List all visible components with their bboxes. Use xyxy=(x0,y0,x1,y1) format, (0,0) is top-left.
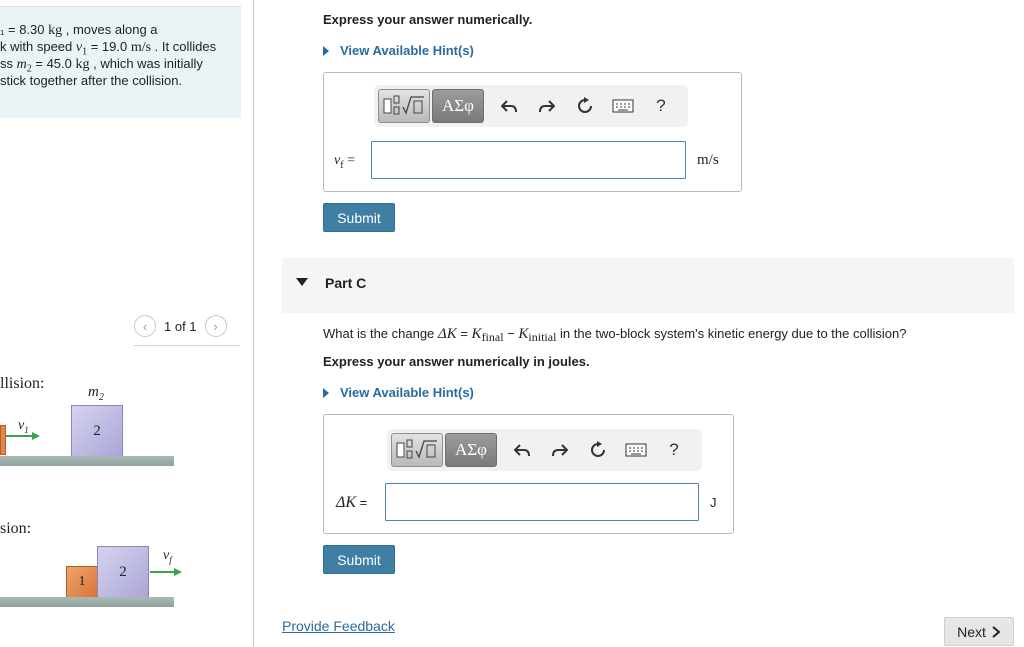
keyboard-icon[interactable] xyxy=(604,89,642,123)
reset-icon[interactable] xyxy=(566,89,604,123)
part-c-answer-input[interactable] xyxy=(385,483,699,521)
block-2-before: 2 xyxy=(71,405,123,457)
reset-icon[interactable] xyxy=(579,433,617,467)
templates-icon xyxy=(396,439,437,459)
floor-before xyxy=(0,456,174,466)
templates-button[interactable] xyxy=(378,89,430,123)
after-collision-label: sion: xyxy=(0,520,32,537)
part-c-title: Part C xyxy=(325,275,367,291)
part-c-unit: J xyxy=(710,495,717,510)
part-c-header[interactable] xyxy=(282,258,1014,313)
figure-pager: ‹ 1 of 1 › xyxy=(134,314,227,338)
undo-icon[interactable] xyxy=(503,433,541,467)
part-c-question: What is the change ΔK = Kfinal − Kinitia… xyxy=(323,326,907,344)
part-b-instruction: Express your answer numerically. xyxy=(323,12,533,27)
provide-feedback-link[interactable]: Provide Feedback xyxy=(282,618,395,634)
v1-arrow-icon xyxy=(6,432,40,440)
templates-button[interactable] xyxy=(391,433,443,467)
part-b-hint-link[interactable]: View Available Hint(s) xyxy=(323,43,474,58)
caret-right-icon xyxy=(323,387,329,398)
floor-after xyxy=(0,597,174,607)
caret-down-icon[interactable] xyxy=(296,278,308,286)
part-c-answer-box: ΑΣφ ? ΔK = J xyxy=(323,414,734,534)
m2-label: m2 xyxy=(88,384,104,403)
problem-statement: ₁ = 8.30 kg , moves along a k with speed… xyxy=(0,6,241,118)
before-collision-label: llision: xyxy=(0,375,45,392)
part-b-answer-box: ΑΣφ ? vf = m/s xyxy=(323,72,742,192)
vf-arrow-icon xyxy=(150,568,182,576)
part-b-answer-label: vf = xyxy=(334,153,355,171)
vf-label: vf xyxy=(163,548,172,565)
greek-symbols-button[interactable]: ΑΣφ xyxy=(445,433,497,467)
greek-symbols-button[interactable]: ΑΣφ xyxy=(432,89,484,123)
next-button[interactable]: Next xyxy=(944,617,1014,646)
redo-icon[interactable] xyxy=(541,433,579,467)
part-c-submit-button[interactable]: Submit xyxy=(323,545,395,574)
part-b-unit: m/s xyxy=(697,152,719,168)
caret-right-icon xyxy=(323,45,329,56)
chevron-left-icon[interactable]: ‹ xyxy=(134,315,156,337)
pager-divider xyxy=(134,345,240,346)
part-c-answer-label: ΔK = xyxy=(336,494,368,511)
pane-divider[interactable] xyxy=(253,0,254,647)
problem-line-4: stick together after the collision. xyxy=(0,73,183,88)
part-c-math-toolbar: ΑΣφ ? xyxy=(387,429,702,471)
part-b-submit-button[interactable]: Submit xyxy=(323,203,395,232)
keyboard-icon[interactable] xyxy=(617,433,655,467)
undo-icon[interactable] xyxy=(490,89,528,123)
problem-line-1: ₁ = 8.30 kg , moves along a xyxy=(0,22,158,38)
block-2-after: 2 xyxy=(97,546,149,598)
part-b-math-toolbar: ΑΣφ ? xyxy=(374,85,688,127)
chevron-right-icon[interactable]: › xyxy=(204,315,227,337)
chevron-right-icon xyxy=(992,625,1001,638)
block-1-after: 1 xyxy=(66,566,98,598)
templates-icon xyxy=(383,95,424,115)
help-icon[interactable]: ? xyxy=(642,89,680,123)
problem-pane: ₁ = 8.30 kg , moves along a k with speed… xyxy=(0,0,254,647)
part-c-instruction: Express your answer numerically in joule… xyxy=(323,354,590,369)
help-icon[interactable]: ? xyxy=(655,433,693,467)
part-c-hint-link[interactable]: View Available Hint(s) xyxy=(323,385,474,400)
figure-page-label: 1 of 1 xyxy=(164,318,197,334)
part-b-answer-input[interactable] xyxy=(371,141,686,179)
redo-icon[interactable] xyxy=(528,89,566,123)
